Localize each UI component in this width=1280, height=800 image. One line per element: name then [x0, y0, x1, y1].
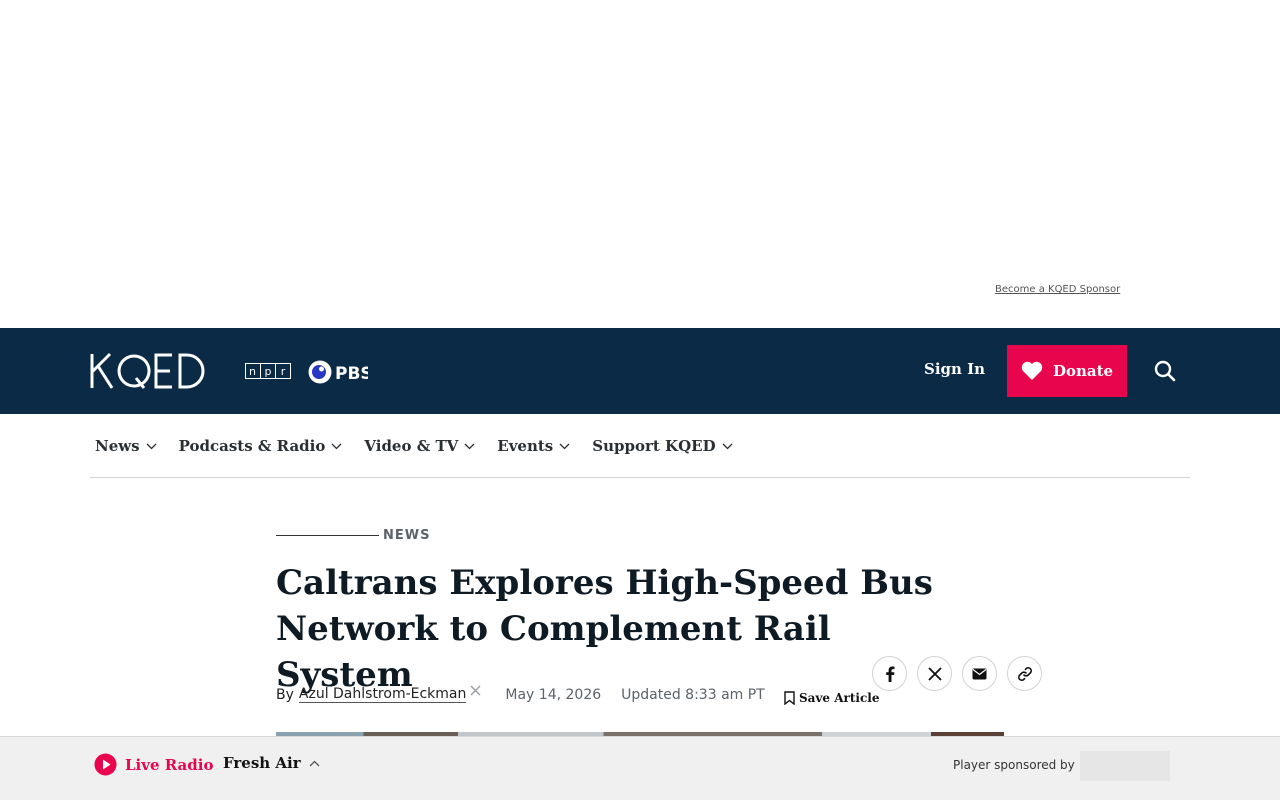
sign-in-link[interactable]: Sign In [924, 360, 985, 378]
chevron-down-icon [464, 443, 475, 450]
donate-label: Donate [1052, 362, 1114, 380]
nav-item-podcasts-radio[interactable]: Podcasts & Radio [179, 437, 343, 455]
npr-logo[interactable]: n p r [245, 363, 291, 383]
kqed-logo[interactable] [90, 352, 208, 394]
npr-icon: n p r [245, 363, 291, 379]
nav-item-video-tv[interactable]: Video & TV [364, 437, 475, 455]
byline-prefix: By [276, 686, 294, 703]
svg-text:n: n [249, 365, 256, 378]
save-article-label: Save Article [799, 691, 880, 705]
chevron-down-icon [722, 443, 733, 450]
nav-item-label: Podcasts & Radio [178, 436, 326, 455]
nav-item-label: Support KQED [592, 436, 716, 455]
byline: By Azul Dahlstrom-Eckman May 14, 2026 Up… [276, 684, 765, 703]
pbs-logo[interactable]: PBS [308, 359, 373, 389]
play-icon [94, 753, 117, 776]
kicker-rule [276, 535, 379, 536]
svg-text:p: p [265, 365, 272, 378]
facebook-icon [885, 666, 894, 682]
category-link[interactable]: NEWS [383, 528, 430, 543]
player-sponsor-logo[interactable] [1080, 751, 1170, 781]
current-show-toggle[interactable]: Fresh Air [223, 754, 320, 772]
nav-item-events[interactable]: Events [497, 437, 570, 455]
link-icon [1017, 666, 1032, 681]
heart-icon [1021, 361, 1043, 380]
search-button[interactable] [1154, 360, 1176, 386]
email-icon [972, 668, 987, 679]
live-radio-label: Live Radio [125, 755, 214, 774]
updated-time: Updated 8:33 am PT [621, 686, 765, 703]
main-nav: News Podcasts & Radio Video & TV Events … [90, 414, 1190, 478]
chevron-down-icon [331, 443, 342, 450]
nav-item-news[interactable]: News [95, 437, 157, 455]
become-sponsor-link[interactable]: Become a KQED Sponsor [995, 284, 1120, 295]
nav-item-support-kqed[interactable]: Support KQED [592, 436, 733, 455]
share-email-button[interactable] [962, 656, 997, 691]
share-x-button[interactable] [917, 656, 952, 691]
current-show-title: Fresh Air [223, 754, 301, 772]
player-sponsored-by: Player sponsored by [953, 758, 1075, 772]
copy-link-button[interactable] [1007, 656, 1042, 691]
save-article-button[interactable]: Save Article [784, 691, 879, 705]
search-icon [1154, 360, 1176, 382]
svg-text:PBS: PBS [335, 364, 368, 384]
ad-area: Become a KQED Sponsor [0, 0, 1280, 328]
share-buttons [872, 656, 1042, 691]
publish-date: May 14, 2026 [505, 686, 602, 703]
chevron-up-icon [309, 760, 320, 766]
donate-button[interactable]: Donate [1007, 345, 1127, 397]
article-headline: Caltrans Explores High-Speed Bus Network… [276, 563, 933, 695]
live-radio-button[interactable]: Live Radio [94, 753, 213, 776]
pbs-icon: PBS [308, 360, 373, 384]
author-link[interactable]: Azul Dahlstrom-Eckman [298, 686, 467, 703]
chevron-down-icon [146, 443, 157, 450]
x-icon [470, 684, 481, 696]
nav-item-label: Video & TV [364, 436, 459, 455]
chevron-down-icon [559, 443, 570, 450]
bookmark-icon [784, 691, 795, 705]
nav-item-label: News [95, 436, 140, 455]
article-kicker: NEWS [276, 528, 430, 543]
svg-text:r: r [281, 365, 286, 378]
nav-item-label: Events [497, 436, 554, 455]
x-icon [927, 666, 942, 681]
kqed-logo-icon [90, 352, 205, 389]
author-x-link[interactable] [470, 684, 481, 700]
share-facebook-button[interactable] [872, 656, 907, 691]
